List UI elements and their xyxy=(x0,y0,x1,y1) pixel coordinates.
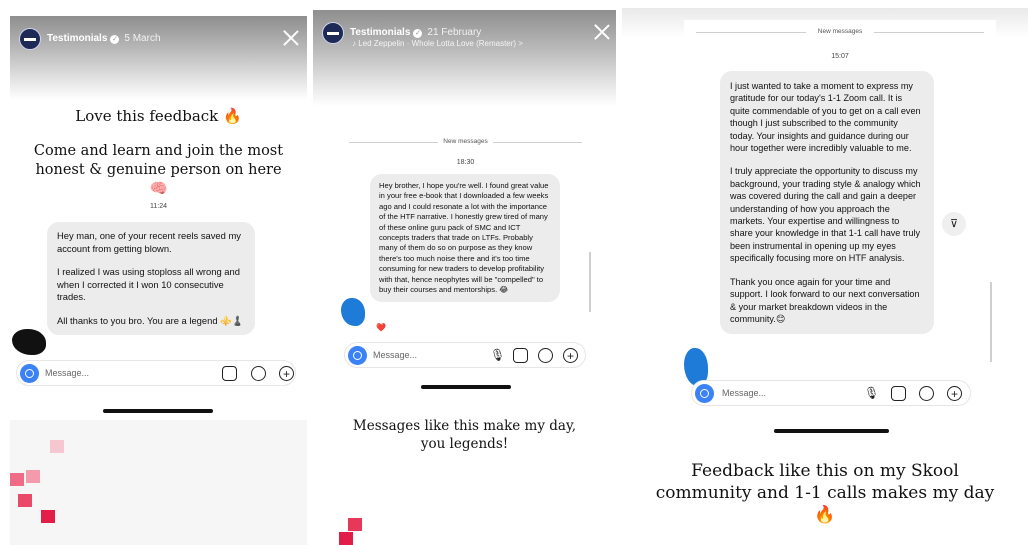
story-header: Testimonials ✓ 21 February ♪ Led Zeppelin … xyxy=(313,10,616,106)
sticker-icon[interactable] xyxy=(251,366,266,381)
sticker-icon[interactable] xyxy=(538,348,553,363)
message-time: 18:30 xyxy=(456,159,475,166)
new-messages-divider: New messages xyxy=(684,28,996,35)
send-icon[interactable]: ⊽ xyxy=(942,212,966,236)
heart-icon xyxy=(10,473,24,486)
close-icon[interactable] xyxy=(282,29,300,47)
heart-icon xyxy=(50,440,64,453)
message-placeholder: Message... xyxy=(45,368,90,378)
mic-icon[interactable]: 🎙 xyxy=(864,386,879,401)
message-bubble: Hey brother, I hope you're well. I found… xyxy=(370,174,560,303)
caption-subtitle: Come and learn and join the most honest … xyxy=(33,143,284,197)
gallery-icon[interactable] xyxy=(513,348,528,363)
avatar[interactable] xyxy=(322,22,344,44)
message-input[interactable]: Message... + xyxy=(16,360,296,386)
scrollbar[interactable] xyxy=(990,282,992,362)
add-icon[interactable]: + xyxy=(563,348,578,363)
story-panel-2: Testimonials ✓ 21 February ♪ Led Zeppelin … xyxy=(313,0,616,545)
hearts-area xyxy=(10,420,307,545)
story-date: 5 March xyxy=(124,33,161,44)
caption-text: Feedback like this on my Skool community… xyxy=(655,461,995,525)
message-time: 11:24 xyxy=(150,203,167,210)
message-paragraph: Hey man, one of your recent reels saved … xyxy=(57,230,241,254)
heart-icon xyxy=(348,518,362,531)
camera-icon[interactable] xyxy=(348,346,367,365)
avatar[interactable] xyxy=(19,28,41,50)
caption-title: Love this feedback 🔥 xyxy=(75,107,242,125)
story-account[interactable]: Testimonials ✓ 5 March xyxy=(47,33,161,44)
message-input[interactable]: Message... 🎙 + xyxy=(691,380,971,406)
chat-card: New messages 18:30 Hey brother, I hope y… xyxy=(339,132,592,390)
home-indicator xyxy=(774,429,889,433)
add-icon[interactable]: + xyxy=(947,386,962,401)
message-paragraph: All thanks to you bro. You are a legend … xyxy=(57,314,244,326)
verified-icon: ✓ xyxy=(110,35,120,44)
heart-icon xyxy=(339,532,353,545)
home-indicator xyxy=(421,385,511,389)
scrollbar[interactable] xyxy=(589,252,591,312)
gallery-icon[interactable] xyxy=(222,366,237,381)
new-messages-divider: New messages xyxy=(339,138,592,145)
story-account[interactable]: Testimonials ✓ 21 February xyxy=(350,27,481,38)
message-paragraph: I realized I was using stoploss all wron… xyxy=(57,266,240,302)
message-paragraph: I truly appreciate the opportunity to di… xyxy=(730,166,921,264)
message-time: 15:07 xyxy=(831,53,849,60)
camera-icon[interactable] xyxy=(695,384,714,403)
chat-card: New messages 15:07 I just wanted to take… xyxy=(684,20,996,435)
message-input[interactable]: Message... 🎙 + xyxy=(344,342,586,368)
mic-icon[interactable]: 🎙 xyxy=(490,348,505,363)
message-paragraph: Thank you once again for your time and s… xyxy=(730,276,920,324)
message-bubble: Hey man, one of your recent reels saved … xyxy=(47,222,255,335)
story-music[interactable]: ♪ Led Zeppelin · Whole Lotta Love (Remas… xyxy=(352,39,523,48)
redaction-scribble xyxy=(341,298,365,326)
heart-icon xyxy=(41,510,55,523)
story-panel-1: Testimonials ✓ 5 March Love this feedback … xyxy=(10,0,307,545)
home-indicator xyxy=(103,409,213,413)
story-panel-3: New messages 15:07 I just wanted to take… xyxy=(622,0,1028,545)
message-placeholder: Message... xyxy=(722,388,767,398)
sticker-icon[interactable] xyxy=(919,386,934,401)
reaction-heart: ❤️ xyxy=(376,323,386,332)
camera-icon[interactable] xyxy=(20,364,39,383)
story-header: Testimonials ✓ 5 March xyxy=(10,16,307,100)
close-icon[interactable] xyxy=(593,23,611,41)
message-bubble: I just wanted to take a moment to expres… xyxy=(720,71,934,335)
verified-icon: ✓ xyxy=(413,29,423,38)
message-placeholder: Message... xyxy=(373,350,418,360)
heart-icon xyxy=(18,494,32,507)
redaction-scribble xyxy=(12,329,46,355)
caption-text: Messages like this make my day, you lege… xyxy=(352,418,577,452)
message-text: Hey brother, I hope you're well. I found… xyxy=(379,181,549,295)
gallery-icon[interactable] xyxy=(891,386,906,401)
heart-icon xyxy=(26,470,40,483)
add-icon[interactable]: + xyxy=(279,366,294,381)
message-paragraph: I just wanted to take a moment to expres… xyxy=(730,81,921,154)
story-date: 21 February xyxy=(427,27,482,38)
